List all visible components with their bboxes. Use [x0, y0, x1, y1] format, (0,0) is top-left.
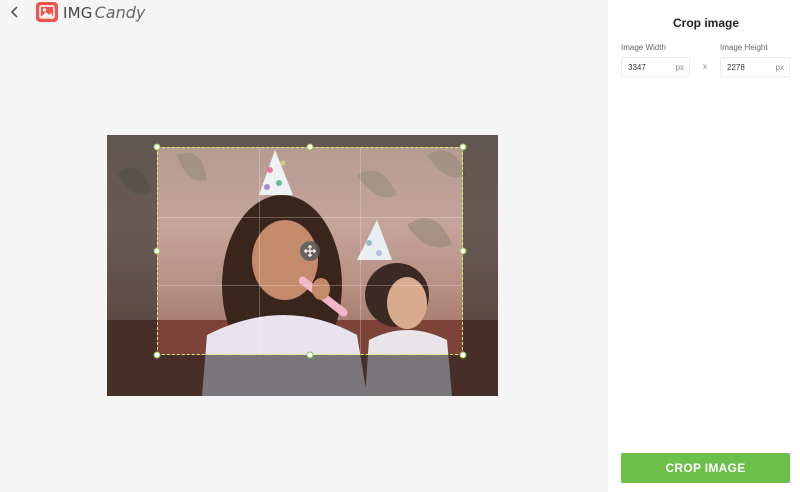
back-button[interactable] — [6, 2, 24, 22]
logo-text: IMG Candy — [63, 3, 145, 22]
crop-grid-line — [158, 285, 462, 287]
crop-grid-line — [259, 148, 261, 354]
image-icon — [36, 2, 58, 22]
move-handle[interactable] — [300, 241, 320, 261]
dimension-separator: x — [703, 62, 707, 71]
width-label: Image Width — [621, 43, 666, 52]
crop-handle-top-left[interactable] — [153, 143, 161, 151]
height-field[interactable]: px — [720, 57, 790, 77]
logo[interactable]: IMG Candy — [36, 2, 145, 22]
crop-handle-bottom-right[interactable] — [459, 351, 467, 359]
crop-image-button[interactable]: CROP IMAGE — [621, 453, 790, 483]
crop-grid-line — [360, 148, 362, 354]
width-unit: px — [675, 62, 684, 72]
height-unit: px — [775, 62, 784, 72]
crop-handle-top-right[interactable] — [459, 143, 467, 151]
move-icon — [304, 245, 316, 257]
logo-text-img: IMG — [63, 3, 93, 22]
chevron-left-icon — [10, 6, 18, 18]
crop-handle-right[interactable] — [459, 247, 467, 255]
height-input[interactable] — [721, 62, 771, 72]
crop-handle-bottom[interactable] — [306, 351, 314, 359]
width-field[interactable]: px — [621, 57, 690, 77]
height-label: Image Height — [720, 43, 768, 52]
panel-title: Crop image — [672, 16, 739, 30]
crop-grid-line — [158, 216, 462, 218]
crop-handle-top[interactable] — [306, 143, 314, 151]
width-input[interactable] — [622, 62, 672, 72]
logo-text-candy: Candy — [94, 2, 146, 22]
crop-handle-bottom-left[interactable] — [153, 351, 161, 359]
crop-handle-left[interactable] — [153, 247, 161, 255]
